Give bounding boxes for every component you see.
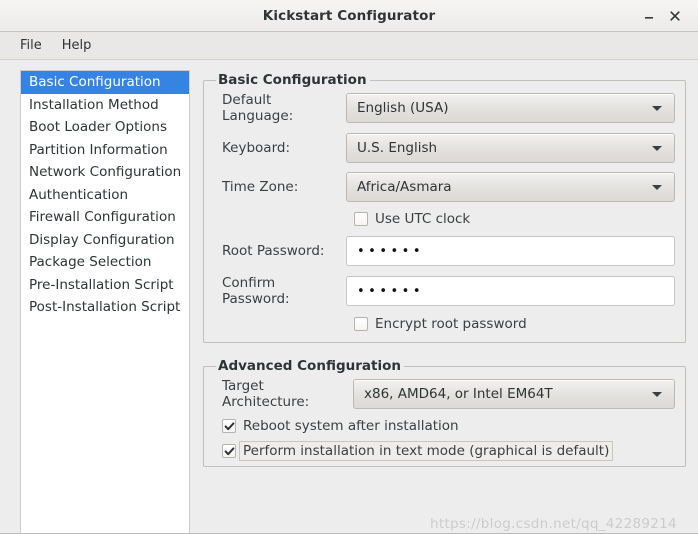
- menu-help[interactable]: Help: [52, 35, 102, 56]
- root-password-label: Root Password:: [222, 243, 325, 259]
- encrypt-root-password-checkbox[interactable]: [354, 317, 368, 331]
- chevron-down-icon: [652, 105, 662, 111]
- target-architecture-row: Target Architecture: x86, AMD64, or Inte…: [214, 378, 675, 410]
- chevron-down-icon: [652, 145, 662, 151]
- text-mode-install-label: Perform installation in text mode (graph…: [238, 441, 614, 461]
- text-mode-install-row[interactable]: Perform installation in text mode (graph…: [214, 441, 675, 461]
- use-utc-clock-row[interactable]: Use UTC clock: [214, 211, 675, 227]
- basic-configuration-group-title: Basic Configuration: [218, 72, 367, 88]
- title-bar: Kickstart Configurator: [0, 0, 698, 32]
- encrypt-root-password-label: Encrypt root password: [375, 316, 527, 332]
- chevron-down-icon: [652, 184, 662, 190]
- sidebar-item-installation-method[interactable]: Installation Method: [21, 94, 189, 117]
- target-architecture-dropdown[interactable]: x86, AMD64, or Intel EM64T: [353, 379, 675, 409]
- encrypt-root-password-row[interactable]: Encrypt root password: [214, 316, 675, 332]
- target-architecture-label: Target Architecture:: [222, 378, 310, 410]
- default-language-dropdown[interactable]: English (USA): [346, 93, 675, 123]
- keyboard-dropdown[interactable]: U.S. English: [346, 133, 675, 163]
- minimize-icon[interactable]: [636, 4, 662, 28]
- chevron-down-icon: [652, 391, 662, 397]
- reboot-after-install-row[interactable]: Reboot system after installation: [214, 418, 675, 434]
- window-controls: [636, 4, 698, 28]
- section-list[interactable]: Basic Configuration Installation Method …: [20, 70, 189, 534]
- root-password-row: Root Password: ••••••: [214, 236, 675, 266]
- sidebar-item-boot-loader-options[interactable]: Boot Loader Options: [21, 116, 189, 139]
- basic-configuration-group: Basic Configuration Default Language: En…: [203, 72, 686, 343]
- sidebar-item-display-configuration[interactable]: Display Configuration: [21, 229, 189, 252]
- close-icon[interactable]: [662, 4, 688, 28]
- default-language-label: Default Language:: [222, 92, 294, 124]
- advanced-configuration-group-title: Advanced Configuration: [218, 358, 401, 374]
- time-zone-row: Time Zone: Africa/Asmara: [214, 172, 675, 202]
- text-mode-install-checkbox[interactable]: [222, 444, 236, 458]
- sidebar-item-partition-information[interactable]: Partition Information: [21, 139, 189, 162]
- menu-file[interactable]: File: [10, 35, 52, 56]
- settings-panel: Basic Configuration Default Language: En…: [190, 70, 690, 530]
- sidebar-item-package-selection[interactable]: Package Selection: [21, 251, 189, 274]
- sidebar-item-network-configuration[interactable]: Network Configuration: [21, 161, 189, 184]
- content-area: Basic Configuration Installation Method …: [0, 60, 698, 534]
- default-language-row: Default Language: English (USA): [214, 92, 675, 124]
- root-password-input[interactable]: ••••••: [346, 236, 675, 266]
- sidebar-item-authentication[interactable]: Authentication: [21, 184, 189, 207]
- target-architecture-value: x86, AMD64, or Intel EM64T: [364, 386, 553, 402]
- default-language-value: English (USA): [357, 100, 449, 116]
- window-title: Kickstart Configurator: [262, 7, 436, 24]
- menu-bar: File Help: [0, 32, 698, 60]
- time-zone-label: Time Zone:: [222, 179, 299, 195]
- confirm-password-input[interactable]: ••••••: [346, 276, 675, 306]
- time-zone-dropdown[interactable]: Africa/Asmara: [346, 172, 675, 202]
- kickstart-configurator-window: Kickstart Configurator File Help Basic C…: [0, 0, 698, 534]
- use-utc-clock-label: Use UTC clock: [375, 211, 471, 227]
- keyboard-label: Keyboard:: [222, 140, 291, 156]
- sidebar-item-post-installation-script[interactable]: Post-Installation Script: [21, 296, 189, 319]
- confirm-password-row: Confirm Password: ••••••: [214, 275, 675, 307]
- reboot-after-install-label: Reboot system after installation: [243, 418, 459, 434]
- time-zone-value: Africa/Asmara: [357, 179, 452, 195]
- keyboard-row: Keyboard: U.S. English: [214, 133, 675, 163]
- sidebar-item-firewall-configuration[interactable]: Firewall Configuration: [21, 206, 189, 229]
- advanced-configuration-group: Advanced Configuration Target Architectu…: [203, 358, 686, 467]
- confirm-password-label: Confirm Password:: [222, 275, 290, 307]
- sidebar-item-basic-configuration[interactable]: Basic Configuration: [21, 71, 189, 94]
- use-utc-clock-checkbox[interactable]: [354, 212, 368, 226]
- reboot-after-install-checkbox[interactable]: [222, 419, 236, 433]
- sidebar-item-pre-installation-script[interactable]: Pre-Installation Script: [21, 274, 189, 297]
- keyboard-value: U.S. English: [357, 140, 438, 156]
